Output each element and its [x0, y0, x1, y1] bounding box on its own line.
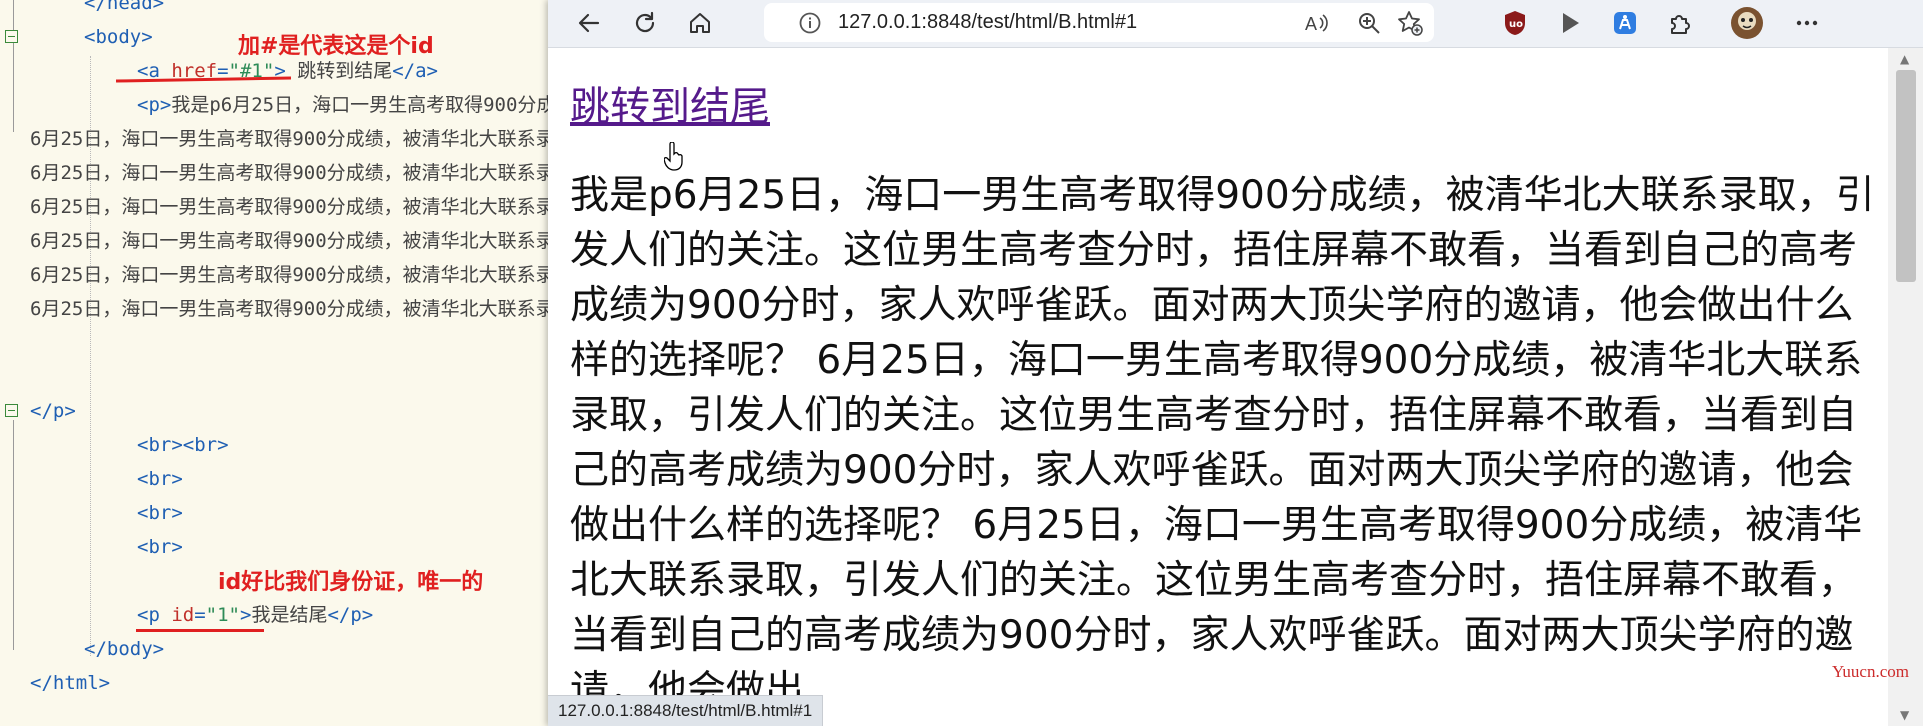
- page-paragraph: 我是p6月25日，海口一男生高考取得900分成绩，被清华北大联系录取，引发人们的…: [570, 173, 1875, 713]
- profile-button[interactable]: [1728, 4, 1766, 42]
- code-line-body-close: </body>: [84, 638, 165, 660]
- ublock-icon: uo: [1505, 11, 1525, 35]
- back-icon: [578, 13, 600, 33]
- ublock-button[interactable]: uo: [1496, 4, 1534, 42]
- code-line-text: 6月25日，海口一男生高考取得900分成绩，被清华北大联系录取，引发人们的关注。: [30, 196, 548, 218]
- fold-toggle-body[interactable]: [5, 30, 18, 43]
- extensions-menu-button[interactable]: [1661, 4, 1699, 42]
- code-line-p-id: <p id="1">我是结尾</p>: [137, 604, 374, 626]
- code-line-br-double: <br><br>: [137, 434, 229, 456]
- code-line-html-close: </html>: [30, 672, 111, 694]
- browser-window: 127.0.0.1:8848/test/html/B.html#1 A uo 跳…: [548, 0, 1923, 726]
- code-line-text: 6月25日，海口一男生高考取得900分成绩，被清华北大联系录取，引发人们的关注。: [30, 298, 548, 320]
- refresh-button[interactable]: [626, 4, 664, 42]
- more-icon: [1796, 20, 1818, 26]
- annotation-id-unique: id好比我们身份证，唯一的: [218, 570, 484, 595]
- code-line-br: <br>: [137, 536, 183, 558]
- url-text[interactable]: 127.0.0.1:8848/test/html/B.html#1: [838, 11, 1137, 34]
- code-line-p-close: </p>: [30, 400, 76, 422]
- scroll-up-icon[interactable]: ▲: [1900, 52, 1909, 66]
- watermark: Yuucn.com: [1832, 662, 1909, 681]
- fold-toggle-p[interactable]: [5, 404, 18, 417]
- annotation-hash-id: 加#是代表这是个id: [238, 34, 434, 59]
- code-line-text: 6月25日，海口一男生高考取得900分成绩，被清华北大联系录取，引发人们的关注。: [30, 128, 548, 150]
- annotation-underline: [136, 629, 264, 632]
- code-line-text: 6月25日，海口一男生高考取得900分成绩，被清华北大联系录取，引发人们的关注。: [30, 264, 548, 286]
- read-aloud-icon[interactable]: A: [1304, 11, 1330, 35]
- jump-to-end-link[interactable]: 跳转到结尾: [570, 74, 770, 132]
- page-content: 跳转到结尾 我是p6月25日，海口一男生高考取得900分成绩，被清华北大联系录取…: [548, 48, 1888, 726]
- play-extension-button[interactable]: [1551, 4, 1589, 42]
- avatar: [1731, 7, 1763, 39]
- code-line-head-close: </head>: [84, 0, 165, 14]
- code-line-p-open: <p>我是p6月25日，海口一男生高考取得900分成绩，被清华北大联系录取: [137, 94, 548, 116]
- vertical-scrollbar[interactable]: ▲ ▼: [1888, 48, 1923, 726]
- info-icon[interactable]: [798, 11, 822, 35]
- puzzle-icon: [1671, 15, 1690, 34]
- svg-text:uo: uo: [1509, 19, 1523, 30]
- address-bar[interactable]: 127.0.0.1:8848/test/html/B.html#1 A: [764, 3, 1434, 42]
- refresh-icon: [635, 11, 655, 33]
- back-button[interactable]: [570, 4, 608, 42]
- extension-button[interactable]: [1606, 4, 1644, 42]
- code-line-br: <br>: [137, 468, 183, 490]
- status-bar-url: 127.0.0.1:8848/test/html/B.html#1: [548, 695, 824, 726]
- zoom-icon[interactable]: [1356, 10, 1382, 36]
- home-button[interactable]: [681, 4, 719, 42]
- play-icon: [1563, 13, 1579, 33]
- code-line-br: <br>: [137, 502, 183, 524]
- fold-guide: [13, 420, 14, 650]
- scrollbar-thumb[interactable]: [1896, 70, 1916, 282]
- more-button[interactable]: [1788, 4, 1826, 42]
- favorite-icon[interactable]: [1396, 9, 1424, 37]
- code-line-text: 6月25日，海口一男生高考取得900分成绩，被清华北大联系录取，引发人们的关注。: [30, 230, 548, 252]
- code-line-text: 6月25日，海口一男生高考取得900分成绩，被清华北大联系录取，引发人们的关注。: [30, 162, 548, 184]
- home-icon: [690, 13, 710, 33]
- extension-icon: [1614, 12, 1636, 34]
- browser-toolbar: 127.0.0.1:8848/test/html/B.html#1 A uo: [548, 0, 1923, 48]
- scroll-down-icon[interactable]: ▼: [1900, 708, 1909, 722]
- code-line-body-open: <body>: [84, 26, 153, 48]
- code-editor[interactable]: </head> <body> <a href="#1"> 跳转到结尾</a> <…: [0, 0, 548, 726]
- svg-text:A: A: [1305, 14, 1317, 34]
